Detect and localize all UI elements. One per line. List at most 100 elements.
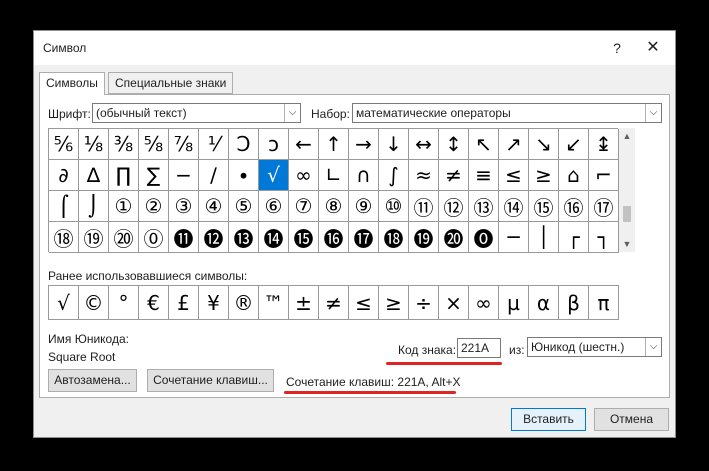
symbol-cell[interactable]: ⑳	[109, 222, 139, 253]
symbol-cell-selected[interactable]: √	[259, 160, 289, 191]
symbol-cell[interactable]: ⑥	[259, 191, 289, 222]
symbol-cell[interactable]: ⌂	[559, 160, 589, 191]
symbol-cell[interactable]: →	[349, 129, 379, 160]
symbol-cell[interactable]: ⑨	[349, 191, 379, 222]
recent-symbol-cell[interactable]: ≠	[319, 286, 349, 320]
from-select[interactable]: Юникод (шестн.) ⌵	[527, 337, 662, 357]
recent-symbol-cell[interactable]: ®	[229, 286, 259, 320]
symbol-cell[interactable]: ─	[499, 222, 529, 253]
symbol-cell[interactable]: ≥	[529, 160, 559, 191]
recent-symbol-cell[interactable]: €	[139, 286, 169, 320]
symbol-cell[interactable]: ↘	[529, 129, 559, 160]
recent-symbol-cell[interactable]: £	[169, 286, 199, 320]
tab-symbols[interactable]: Символы	[39, 72, 105, 95]
symbol-cell[interactable]: ↙	[559, 129, 589, 160]
tab-special-characters[interactable]: Специальные знаки	[108, 72, 234, 94]
symbol-cell[interactable]: ⓰	[319, 222, 349, 253]
symbol-cell[interactable]: ⌠	[49, 191, 79, 222]
symbol-cell[interactable]: ⓪	[139, 222, 169, 253]
symbol-cell[interactable]: ⑱	[49, 222, 79, 253]
symbol-cell[interactable]: ⑦	[289, 191, 319, 222]
symbol-cell[interactable]: ↑	[319, 129, 349, 160]
symbol-cell[interactable]: ⅚	[49, 129, 79, 160]
symbol-cell[interactable]: ∩	[349, 160, 379, 191]
scroll-down-icon[interactable]: ▼	[619, 236, 635, 252]
symbol-cell[interactable]: ⑬	[469, 191, 499, 222]
symbol-cell[interactable]: ⓴	[439, 222, 469, 253]
char-code-input[interactable]: 221A	[457, 338, 501, 358]
symbol-cell[interactable]: Ↄ	[229, 129, 259, 160]
recent-symbol-cell[interactable]: °	[109, 286, 139, 320]
recent-symbol-cell[interactable]: √	[49, 286, 79, 320]
symbol-cell[interactable]: ⑪	[409, 191, 439, 222]
symbol-cell[interactable]: ⑲	[79, 222, 109, 253]
symbol-cell[interactable]: ↖	[469, 129, 499, 160]
help-button[interactable]: ?	[606, 37, 628, 59]
symbol-cell[interactable]: ↓	[379, 129, 409, 160]
recent-symbol-cell[interactable]: ×	[439, 286, 469, 320]
symbol-cell[interactable]: ≡	[469, 160, 499, 191]
symbol-cell[interactable]: ∑	[139, 160, 169, 191]
symbol-cell[interactable]: ⅝	[139, 129, 169, 160]
font-select[interactable]: (обычный текст) ⌵	[92, 103, 301, 123]
symbol-cell[interactable]: ∆	[79, 160, 109, 191]
recent-symbol-cell[interactable]: ¥	[199, 286, 229, 320]
scrollbar-thumb[interactable]	[623, 206, 631, 222]
recent-symbol-cell[interactable]: ∞	[469, 286, 499, 320]
shortcut-key-button[interactable]: Сочетание клавиш...	[147, 369, 274, 392]
symbol-cell[interactable]: ∕	[199, 160, 229, 191]
symbol-cell[interactable]: ∞	[289, 160, 319, 191]
symbol-cell[interactable]: ④	[199, 191, 229, 222]
recent-symbol-cell[interactable]: µ	[499, 286, 529, 320]
recent-symbol-cell[interactable]: ©	[79, 286, 109, 320]
symbol-grid-scrollbar[interactable]: ▲ ▼	[619, 128, 635, 252]
symbol-cell[interactable]: ┐	[589, 222, 619, 253]
symbol-cell[interactable]: ⅟	[199, 129, 229, 160]
symbol-cell[interactable]: ↨	[589, 129, 619, 160]
symbol-cell[interactable]: ⅛	[79, 129, 109, 160]
symbol-cell[interactable]: ⌡	[79, 191, 109, 222]
recent-symbol-cell[interactable]: π	[589, 286, 619, 320]
scroll-up-icon[interactable]: ▲	[619, 128, 635, 144]
symbol-cell[interactable]: ∟	[319, 160, 349, 191]
symbol-cell[interactable]: ┌	[559, 222, 589, 253]
symbol-cell[interactable]: ⑯	[559, 191, 589, 222]
symbol-cell[interactable]: ≠	[439, 160, 469, 191]
symbol-cell[interactable]: ②	[139, 191, 169, 222]
symbol-cell[interactable]: ⅞	[169, 129, 199, 160]
symbol-cell[interactable]: ⑤	[229, 191, 259, 222]
autocorrect-button[interactable]: Автозамена...	[48, 369, 137, 392]
recent-symbol-cell[interactable]: α	[529, 286, 559, 320]
symbol-cell[interactable]: ⑰	[589, 191, 619, 222]
recent-symbol-cell[interactable]: ÷	[409, 286, 439, 320]
cancel-button[interactable]: Отмена	[594, 408, 669, 431]
symbol-cell[interactable]: ⑮	[529, 191, 559, 222]
symbol-cell[interactable]: ⓬	[199, 222, 229, 253]
symbol-cell[interactable]: ⓿	[469, 222, 499, 253]
symbol-cell[interactable]: ↕	[439, 129, 469, 160]
symbol-cell[interactable]: ⓭	[229, 222, 259, 253]
subset-select[interactable]: математические операторы ⌵	[352, 103, 662, 123]
recent-symbol-cell[interactable]: ≥	[379, 286, 409, 320]
insert-button[interactable]: Вставить	[511, 408, 586, 431]
symbol-cell[interactable]: ①	[109, 191, 139, 222]
recent-symbol-cell[interactable]: ™	[259, 286, 289, 320]
symbol-cell[interactable]: ⅜	[109, 129, 139, 160]
symbol-cell[interactable]: ←	[289, 129, 319, 160]
symbol-cell[interactable]: ⓱	[349, 222, 379, 253]
symbol-cell[interactable]: ↗	[499, 129, 529, 160]
symbol-cell[interactable]: ⓲	[379, 222, 409, 253]
symbol-cell[interactable]: ⑧	[319, 191, 349, 222]
symbol-cell[interactable]: ⓯	[289, 222, 319, 253]
symbol-cell[interactable]: ⑩	[379, 191, 409, 222]
symbol-cell[interactable]: ⓫	[169, 222, 199, 253]
symbol-cell[interactable]: ≤	[499, 160, 529, 191]
symbol-cell[interactable]: ∫	[379, 160, 409, 191]
symbol-cell[interactable]: ⌐	[589, 160, 619, 191]
symbol-cell[interactable]: ∂	[49, 160, 79, 191]
symbol-cell[interactable]: ↔	[409, 129, 439, 160]
symbol-cell[interactable]: −	[169, 160, 199, 191]
symbol-cell[interactable]: ⓮	[259, 222, 289, 253]
close-button[interactable]: ✕	[642, 37, 664, 59]
symbol-cell[interactable]: ⓳	[409, 222, 439, 253]
